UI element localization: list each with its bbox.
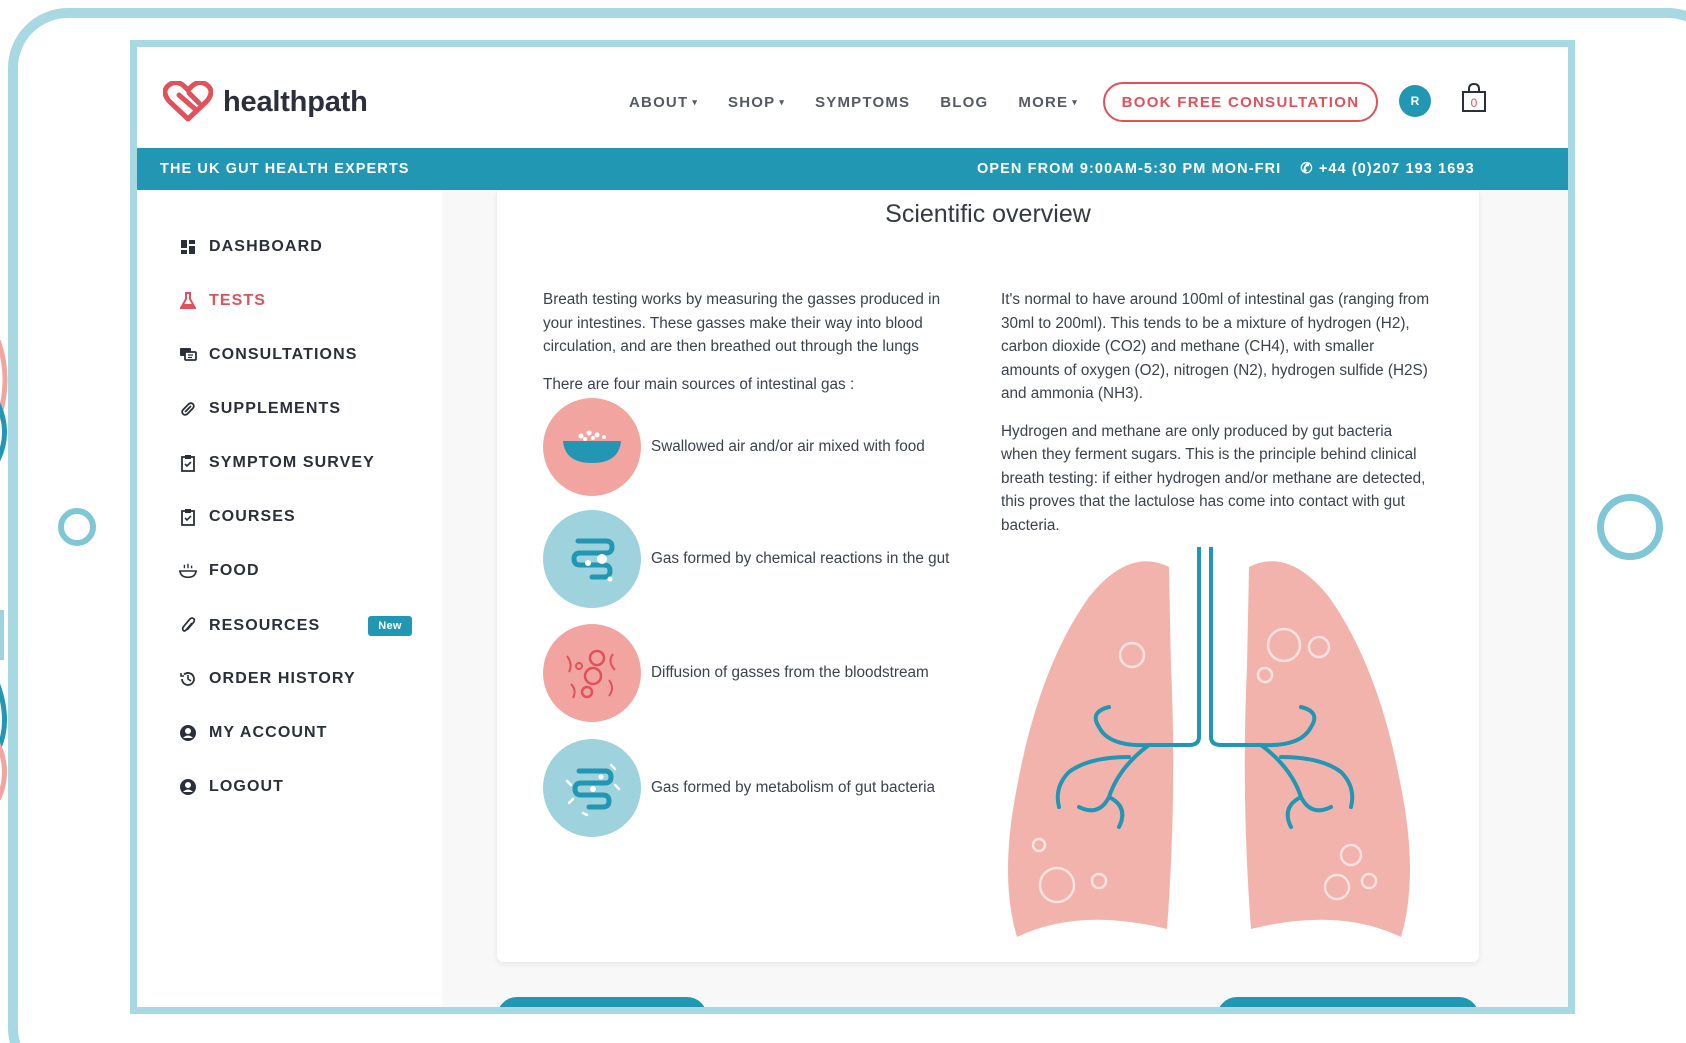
book-consultation-button[interactable]: BOOK FREE CONSULTATION [1103, 82, 1378, 122]
dashboard-icon [179, 238, 197, 256]
scientific-overview-card: Scientific overview Breath testing works… [497, 190, 1479, 962]
gas-source-item: Swallowed air and/or air mixed with food [543, 398, 961, 496]
chat-icon [179, 346, 197, 364]
gas-source-label: Diffusion of gasses from the bloodstream [651, 664, 929, 682]
opening-hours: OPEN FROM 9:00AM-5:30 PM MON-FRI ✆ +44 (… [977, 161, 1475, 177]
sidebar-item-consultations[interactable]: CONSULTATIONS [179, 346, 358, 364]
decorative-stripes [0, 340, 8, 800]
intestine-icon [543, 510, 641, 608]
top-header: healthpath ABOUT ▾ SHOP ▾ SYMPTOMS BLOG MO… [137, 47, 1568, 148]
main-nav: ABOUT ▾ SHOP ▾ SYMPTOMS BLOG MORE ▾ [629, 94, 1108, 111]
phone-number[interactable]: ✆ +44 (0)207 193 1693 [1300, 161, 1474, 177]
sidebar-item-my-account[interactable]: MY ACCOUNT [179, 724, 328, 742]
gas-source-label: Gas formed by metabolism of gut bacteria [651, 779, 935, 797]
bacteria-icon [543, 739, 641, 837]
cart-button[interactable]: 0 [1461, 82, 1487, 113]
intro-paragraph: Breath testing works by measuring the ga… [543, 291, 941, 355]
left-column: Breath testing works by measuring the ga… [543, 288, 973, 410]
gas-source-item: Diffusion of gasses from the bloodstream [543, 624, 961, 722]
sidebar: DASHBOARD TESTS CONSULTATIONS SUPPLEMENT… [137, 190, 442, 1007]
caret-down-icon: ▾ [779, 97, 786, 107]
brand-logo[interactable]: healthpath [163, 81, 368, 123]
user-avatar[interactable]: R [1399, 85, 1431, 117]
nav-shop[interactable]: SHOP ▾ [728, 94, 785, 111]
previous-button[interactable] [497, 997, 707, 1007]
sidebar-item-tests[interactable]: TESTS [179, 292, 266, 310]
history-icon [179, 670, 197, 688]
app-screen: healthpath ABOUT ▾ SHOP ▾ SYMPTOMS BLOG MO… [130, 40, 1575, 1014]
clipboard-icon [179, 454, 197, 472]
lungs-illustration [1008, 547, 1410, 937]
nav-blog[interactable]: BLOG [940, 94, 988, 111]
nav-more[interactable]: MORE ▾ [1018, 94, 1078, 111]
sidebar-item-supplements[interactable]: SUPPLEMENTS [179, 400, 341, 418]
caret-down-icon: ▾ [1072, 97, 1078, 107]
tablet-camera [58, 508, 96, 546]
gas-source-label: Gas formed by chemical reactions in the … [651, 550, 950, 568]
sidebar-item-logout[interactable]: LOGOUT [179, 778, 284, 796]
gas-source-label: Swallowed air and/or air mixed with food [651, 438, 925, 456]
user-icon [179, 778, 197, 796]
cart-count: 0 [1471, 96, 1478, 110]
caret-down-icon: ▾ [692, 97, 699, 107]
user-icon [179, 724, 197, 742]
page-title: Scientific overview [885, 200, 1091, 228]
pill-icon [179, 400, 197, 418]
tagline: THE UK GUT HEALTH EXPERTS [160, 161, 410, 177]
info-bar: THE UK GUT HEALTH EXPERTS OPEN FROM 9:00… [137, 148, 1568, 190]
sidebar-item-dashboard[interactable]: DASHBOARD [179, 238, 323, 256]
sidebar-item-courses[interactable]: COURSES [179, 508, 296, 526]
sidebar-item-symptom-survey[interactable]: SYMPTOM SURVEY [179, 454, 375, 472]
gas-composition-paragraph: It's normal to have around 100ml of inte… [1001, 291, 1430, 402]
nav-symptoms[interactable]: SYMPTOMS [815, 94, 910, 111]
blood-cells-icon [543, 624, 641, 722]
bowl-icon [179, 562, 197, 580]
shopping-bag-icon: 0 [1462, 82, 1486, 112]
tablet-home-button [1597, 494, 1663, 560]
brand-name: healthpath [223, 85, 368, 118]
food-bowl-icon [543, 398, 641, 496]
new-badge: New [368, 616, 412, 636]
flask-icon [179, 292, 197, 310]
heart-logo-icon [163, 81, 213, 122]
nav-about[interactable]: ABOUT ▾ [629, 94, 698, 111]
sidebar-item-order-history[interactable]: ORDER HISTORY [179, 670, 356, 688]
paperclip-icon [179, 617, 197, 635]
gas-source-item: Gas formed by metabolism of gut bacteria [543, 739, 961, 837]
right-column: It's normal to have around 100ml of inte… [1001, 288, 1431, 551]
gas-source-item: Gas formed by chemical reactions in the … [543, 510, 961, 608]
sources-intro: There are four main sources of intestina… [543, 375, 855, 393]
stage: healthpath ABOUT ▾ SHOP ▾ SYMPTOMS BLOG MO… [0, 0, 1686, 1043]
next-button[interactable] [1217, 997, 1479, 1007]
breath-testing-paragraph: Hydrogen and methane are only produced b… [1001, 422, 1426, 534]
sidebar-item-food[interactable]: FOOD [179, 562, 260, 580]
sidebar-item-resources[interactable]: RESOURCES New [179, 616, 412, 636]
clipboard-icon [179, 508, 197, 526]
